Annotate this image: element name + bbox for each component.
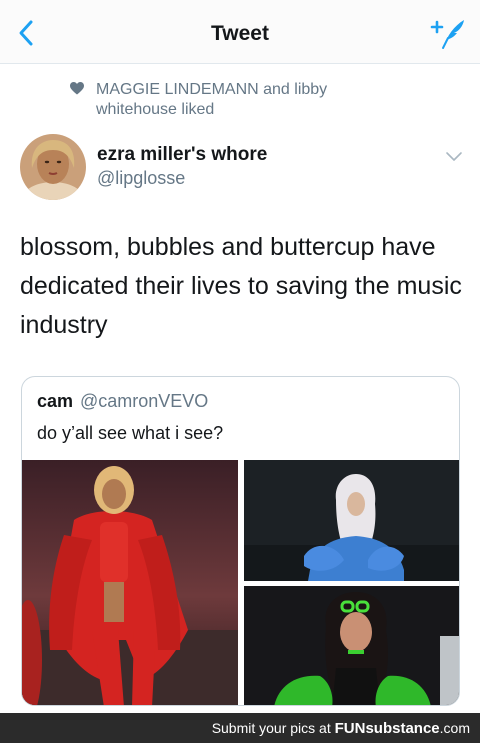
watermark-bar: Submit your pics at FUNsubstance.com <box>0 713 480 743</box>
compose-tweet-icon <box>430 20 464 49</box>
quoted-tweet[interactable]: cam @camronVEVO do y’all see what i see? <box>21 376 460 706</box>
watermark-suffix: .com <box>439 720 470 736</box>
performer-blue-outfit-photo[interactable] <box>244 460 459 581</box>
author-display-name[interactable]: ezra miller's whore <box>97 144 267 166</box>
liked-by-text[interactable]: MAGGIE LINDEMANN and libby whitehouse li… <box>96 80 356 120</box>
compose-tweet-button[interactable] <box>430 16 468 50</box>
navigation-bar: Tweet <box>0 0 480 64</box>
quote-author-handle: @camronVEVO <box>80 391 209 411</box>
tweet-text: blossom, bubbles and buttercup have dedi… <box>20 233 462 339</box>
watermark-prefix: Submit your pics at <box>211 720 335 736</box>
chevron-down-icon <box>446 152 462 161</box>
quote-text: do y’all see what i see? <box>37 423 224 443</box>
quote-author-name: cam <box>37 391 74 411</box>
avatar-image <box>20 134 86 200</box>
author-handle[interactable]: @lipglosse <box>97 168 185 189</box>
back-button[interactable] <box>14 18 40 48</box>
tweet-options-button[interactable] <box>444 150 464 164</box>
performer-green-outfit-photo[interactable] <box>244 586 459 705</box>
avatar[interactable] <box>20 134 86 200</box>
chevron-left-icon <box>19 20 33 46</box>
heart-icon <box>70 82 84 95</box>
watermark-text: Submit your pics at FUNsubstance.com <box>212 720 470 737</box>
page-title: Tweet <box>211 22 269 45</box>
performer-red-outfit-photo[interactable] <box>22 460 238 705</box>
watermark-brand: FUNsubstance <box>334 720 440 737</box>
